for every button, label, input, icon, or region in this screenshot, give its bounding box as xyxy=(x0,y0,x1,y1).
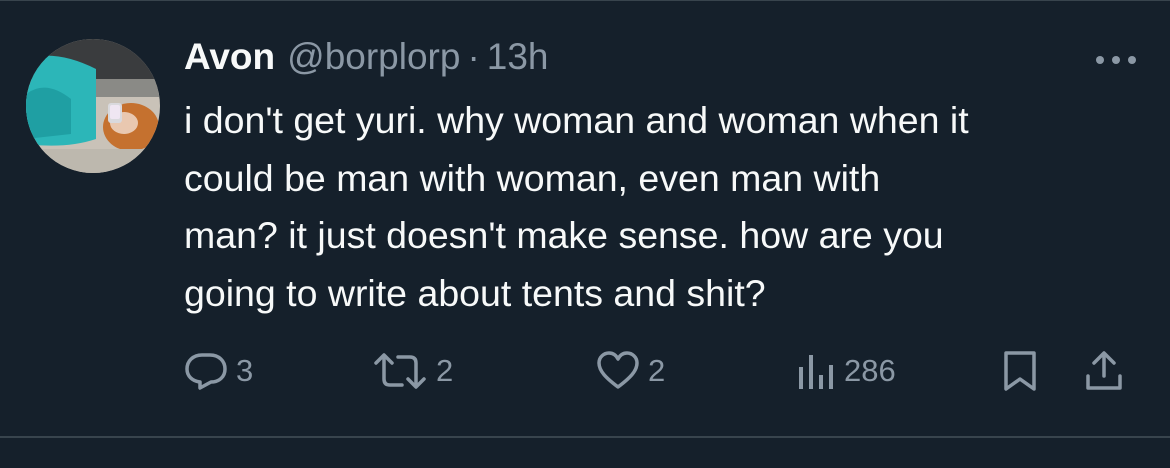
display-name[interactable]: Avon xyxy=(184,36,275,78)
bookmark-button[interactable] xyxy=(1002,346,1038,396)
reply-icon xyxy=(185,353,227,390)
retweet-count: 2 xyxy=(436,353,454,388)
reply-button[interactable]: 3 xyxy=(184,346,253,396)
share-button[interactable] xyxy=(1084,346,1124,396)
heart-icon xyxy=(597,351,639,389)
bottom-divider xyxy=(0,436,1170,438)
tweet-text-line: i don't get yuri. why woman and woman wh… xyxy=(184,99,969,141)
bookmark-icon xyxy=(1004,351,1036,391)
tweet-text-line: going to write about tents and shit? xyxy=(184,271,766,314)
share-icon xyxy=(1086,351,1122,390)
reply-count: 3 xyxy=(236,353,254,388)
action-bar: 3 2 2 286 xyxy=(184,346,1144,396)
tweet-text: i don't get yuri. why woman and woman wh… xyxy=(184,92,1144,322)
tweet-text-line: could be man with woman, even man with xyxy=(184,156,881,199)
retweet-icon xyxy=(374,353,426,389)
like-button[interactable]: 2 xyxy=(596,346,665,396)
tweet-text-line: man? it just doesn't make sense. how are… xyxy=(184,214,944,256)
profile-photo-icon xyxy=(26,39,160,173)
retweet-button[interactable]: 2 xyxy=(372,346,453,396)
tweet[interactable]: Avon @borplorp · 13h i don't get yuri. w… xyxy=(0,0,1170,468)
views-button[interactable]: 286 xyxy=(796,346,896,396)
user-handle[interactable]: @borplorp xyxy=(287,36,460,78)
avatar[interactable] xyxy=(26,39,160,173)
top-divider xyxy=(0,0,1170,1)
views-chart-icon xyxy=(799,355,833,389)
timestamp[interactable]: 13h xyxy=(487,36,549,78)
tweet-header: Avon @borplorp · 13h xyxy=(184,36,549,86)
more-dots-icon xyxy=(1096,56,1136,64)
more-options-button[interactable] xyxy=(1090,48,1142,72)
separator-dot: · xyxy=(467,36,480,77)
view-count: 286 xyxy=(844,353,896,388)
like-count: 2 xyxy=(648,353,666,388)
